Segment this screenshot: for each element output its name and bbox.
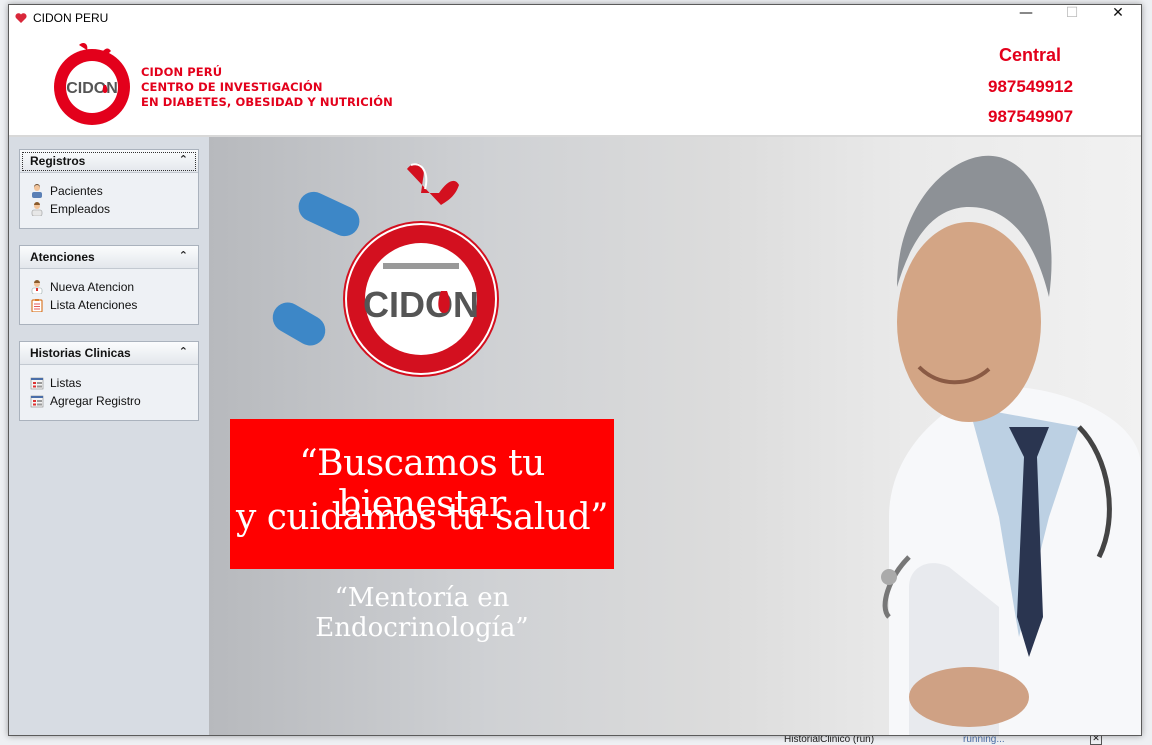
sidebar-item-empleados[interactable]: Empleados	[30, 200, 110, 218]
minimize-button[interactable]: —	[1003, 5, 1049, 31]
window-title: CIDON PERU	[33, 11, 109, 25]
employee-icon	[30, 202, 44, 217]
add-record-icon	[30, 394, 44, 408]
app-header: CIDON CIDON PERÚ CENTRO DE INVESTIGACIÓN…	[9, 31, 1141, 137]
app-heart-icon	[15, 13, 27, 23]
sidebar-item-agregar-registro[interactable]: Agregar Registro	[30, 392, 141, 410]
panel-atenciones: Atenciones ⌃ Nueva Atencion Lista Atenci…	[19, 245, 199, 325]
maximize-button[interactable]: ☐	[1049, 5, 1095, 31]
cidon-logo-large: CIDON	[343, 163, 499, 377]
panel-registros: Registros ⌃ Pacientes Empleados	[19, 149, 199, 229]
clipboard-icon	[30, 298, 44, 313]
central-label: Central	[999, 45, 1062, 65]
sidebar-item-label: Empleados	[50, 202, 111, 216]
promo-banner: CIDON “Buscamos tu bienestar y cuidamos …	[209, 137, 1141, 735]
phone-number-2: 987549907	[988, 107, 1074, 126]
sidebar-item-label: Agregar Registro	[50, 394, 141, 408]
quote-line-2: y cuidamos tu salud”	[235, 497, 609, 538]
svg-text:CIDON: CIDON	[66, 80, 118, 97]
sidebar-item-label: Listas	[50, 376, 82, 390]
title-bar: CIDON PERU — ☐ ✕	[9, 5, 1141, 31]
sidebar-item-label: Nueva Atencion	[50, 280, 135, 294]
brand-name: CIDON PERÚ	[141, 65, 223, 79]
collapse-chevron-icon[interactable]: ⌃	[179, 153, 188, 166]
patients-icon	[30, 184, 44, 198]
panel-title: Registros	[30, 154, 86, 168]
brand-subtitle-1: CENTRO DE INVESTIGACIÓN	[141, 80, 323, 94]
list-icon	[30, 376, 44, 390]
logo-text: CIDON	[363, 284, 479, 325]
brand-text: CIDON PERÚ CENTRO DE INVESTIGACIÓN EN DI…	[141, 65, 393, 110]
sidebar-item-pacientes[interactable]: Pacientes	[30, 182, 103, 200]
app-window: CIDON PERU — ☐ ✕ CIDON CIDON PERÚ CENTRO…	[8, 4, 1142, 736]
collapse-chevron-icon[interactable]: ⌃	[179, 345, 188, 358]
brand-subtitle-2: EN DIABETES, OBESIDAD Y NUTRICIÓN	[141, 95, 393, 109]
sidebar-item-label: Pacientes	[50, 184, 103, 198]
collapse-chevron-icon[interactable]: ⌃	[179, 249, 188, 262]
doctor-photo	[881, 155, 1141, 735]
panel-historias-clinicas: Historias Clinicas ⌃ Listas Agregar Regi…	[19, 341, 199, 421]
panel-title: Atenciones	[30, 250, 95, 264]
cidon-logo: CIDON	[54, 43, 130, 125]
close-button[interactable]: ✕	[1095, 5, 1141, 31]
panel-header-registros[interactable]: Registros ⌃	[20, 150, 198, 173]
sidebar-item-lista-atenciones[interactable]: Lista Atenciones	[30, 296, 137, 314]
phone-number-1: 987549912	[988, 77, 1074, 96]
panel-title: Historias Clinicas	[30, 346, 131, 360]
panel-header-atenciones[interactable]: Atenciones ⌃	[20, 246, 198, 269]
pill-decoration	[267, 297, 331, 351]
sidebar: Registros ⌃ Pacientes Empleados Atencion…	[9, 137, 209, 735]
panel-header-historias-clinicas[interactable]: Historias Clinicas ⌃	[20, 342, 198, 365]
sidebar-item-listas[interactable]: Listas	[30, 374, 81, 392]
doctor-icon	[30, 280, 44, 295]
sidebar-item-label: Lista Atenciones	[50, 298, 138, 312]
mentoria-subtitle: “Mentoría en Endocrinología”	[315, 583, 529, 643]
sidebar-item-nueva-atencion[interactable]: Nueva Atencion	[30, 278, 134, 296]
